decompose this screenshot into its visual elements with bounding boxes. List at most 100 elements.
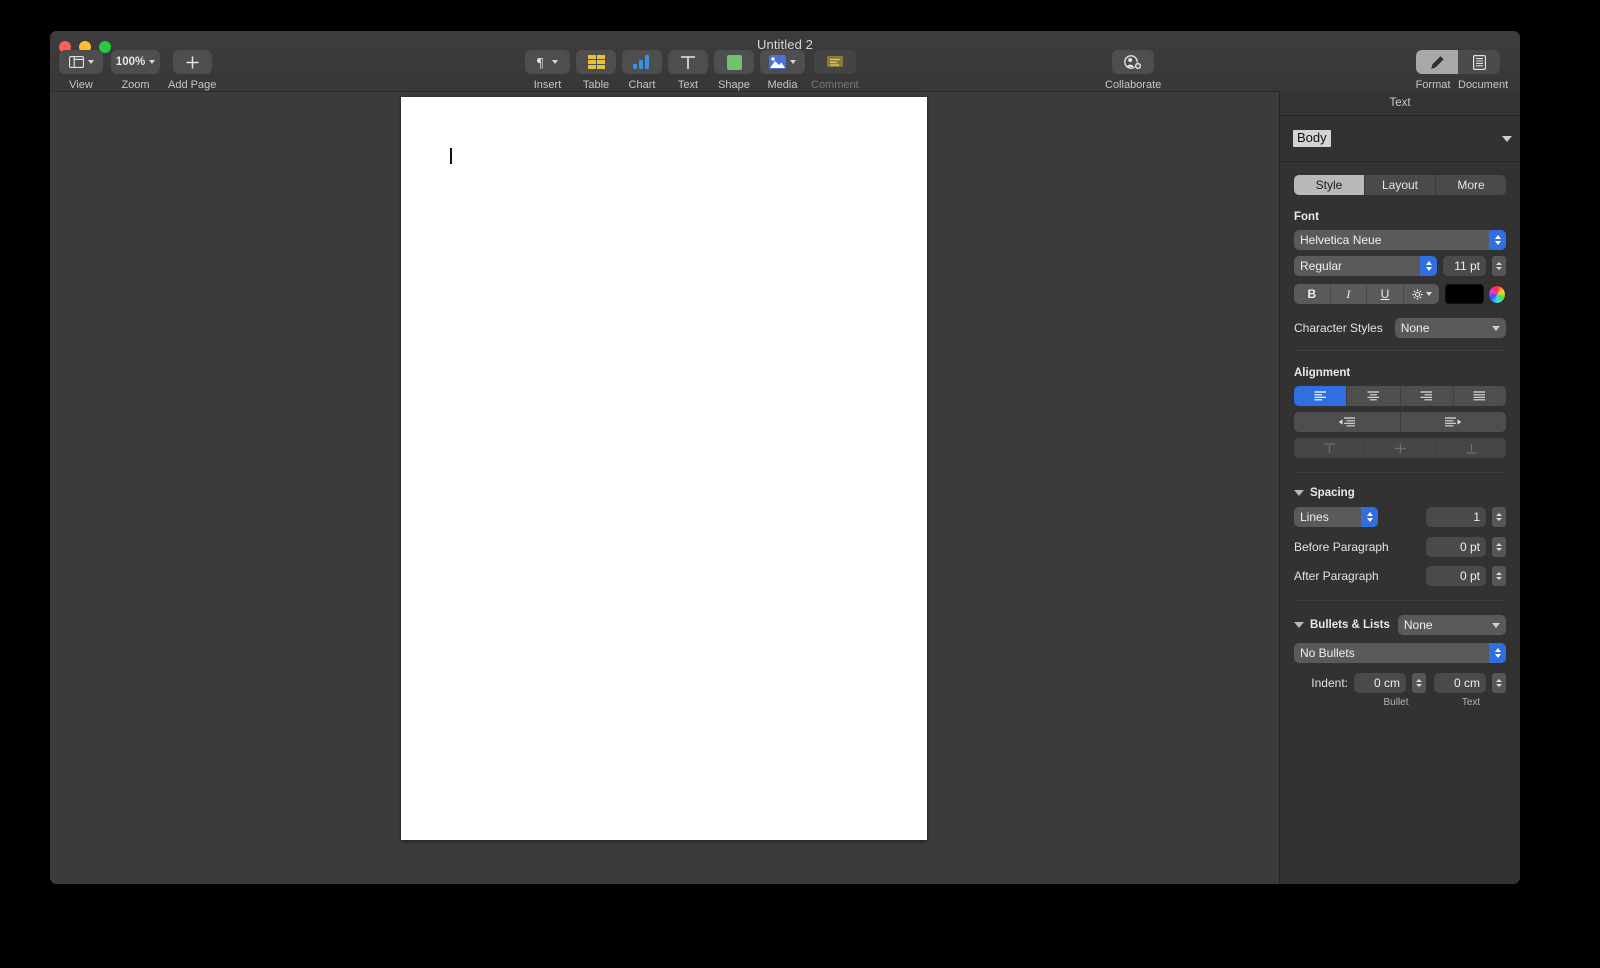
svg-text:¶: ¶ <box>537 56 544 69</box>
spacing-value-field[interactable]: 1 <box>1426 507 1486 527</box>
chevron-down-icon <box>87 60 94 64</box>
insert-button[interactable]: ¶ Insert <box>525 50 570 91</box>
text-indent-field[interactable]: 0 cm <box>1434 673 1486 693</box>
format-inspector-panel: Text Body Style Layout More Font Helveti… <box>1279 91 1520 884</box>
font-weight-stepper[interactable] <box>1420 256 1438 276</box>
text-caret <box>450 148 452 164</box>
chart-label: Chart <box>628 79 656 91</box>
view-button[interactable]: View <box>59 50 103 91</box>
chart-button[interactable]: Chart <box>622 50 662 91</box>
chevron-down-icon <box>149 60 156 64</box>
font-weight-popup[interactable]: Regular <box>1294 256 1438 276</box>
align-center-button[interactable] <box>1347 386 1401 406</box>
chevron-down-icon <box>1492 325 1500 331</box>
font-options-button[interactable] <box>1403 284 1440 304</box>
decrease-indent-button[interactable] <box>1294 412 1401 432</box>
before-paragraph-label: Before Paragraph <box>1294 540 1389 554</box>
before-paragraph-field[interactable]: 0 pt <box>1426 537 1486 557</box>
tab-layout-label: Layout <box>1381 178 1419 192</box>
character-styles-popup[interactable]: None <box>1394 318 1506 338</box>
chevron-down-icon <box>1502 135 1512 142</box>
bullet-indent-value: 0 cm <box>1373 676 1400 690</box>
tab-more-label: More <box>1457 178 1485 192</box>
shape-button[interactable]: Shape <box>714 50 754 91</box>
chart-icon <box>633 55 651 69</box>
shape-icon <box>726 54 742 70</box>
align-bottom-button[interactable] <box>1436 438 1506 458</box>
tab-style[interactable]: Style <box>1294 175 1365 195</box>
align-justify-button[interactable] <box>1453 386 1506 406</box>
collaborate-icon <box>1124 54 1142 70</box>
bold-label: B <box>1307 287 1317 301</box>
media-button[interactable]: Media <box>760 50 805 91</box>
increase-indent-button[interactable] <box>1400 412 1506 432</box>
comment-button[interactable]: Comment <box>811 50 859 91</box>
divider <box>1294 472 1506 473</box>
zoom-label: Zoom <box>121 79 150 91</box>
body-area: Text Body Style Layout More Font Helveti… <box>50 91 1520 884</box>
font-size-field[interactable]: 11 pt <box>1443 256 1486 276</box>
underline-button[interactable]: U <box>1367 284 1404 304</box>
document-label: Document <box>1458 79 1509 91</box>
bullets-section-header[interactable]: Bullets & Lists None <box>1294 615 1506 635</box>
document-canvas[interactable] <box>50 91 1279 884</box>
spacing-section-header[interactable]: Spacing <box>1294 487 1506 499</box>
list-style-value: None <box>1403 618 1433 632</box>
bullet-indent-stepper[interactable] <box>1412 673 1426 693</box>
divider <box>1294 600 1506 601</box>
plus-icon <box>185 55 200 70</box>
bullet-type-popup[interactable]: No Bullets <box>1294 643 1506 663</box>
color-wheel-icon[interactable] <box>1487 284 1506 304</box>
format-inspector-button[interactable] <box>1416 50 1458 74</box>
tab-layout[interactable]: Layout <box>1365 175 1436 195</box>
text-indent-stepper[interactable] <box>1492 673 1506 693</box>
sidebar-icon <box>68 56 84 68</box>
align-right-button[interactable] <box>1400 386 1454 406</box>
format-label: Format <box>1415 79 1451 91</box>
font-family-value: Helvetica Neue <box>1300 233 1382 247</box>
text-t-icon <box>680 55 696 70</box>
paragraph-style-popup[interactable]: Body <box>1280 116 1520 162</box>
document-page[interactable] <box>401 97 927 840</box>
before-paragraph-stepper[interactable] <box>1492 537 1506 557</box>
list-style-popup[interactable]: None <box>1397 615 1506 635</box>
zoom-button-toolbar[interactable]: 100% Zoom <box>111 50 160 91</box>
collaborate-button[interactable]: Collaborate <box>1105 50 1161 91</box>
align-middle-button[interactable] <box>1365 438 1436 458</box>
italic-button[interactable]: I <box>1330 284 1368 304</box>
document-icon <box>1472 54 1486 70</box>
spacing-mode-popup[interactable]: Lines <box>1294 507 1378 527</box>
underline-label: U <box>1380 287 1390 301</box>
gear-icon <box>1411 288 1423 300</box>
after-paragraph-value: 0 pt <box>1459 569 1480 583</box>
shape-label: Shape <box>718 79 750 91</box>
divider <box>1294 350 1506 351</box>
bullet-indent-caption: Bullet <box>1383 697 1409 708</box>
comment-label: Comment <box>811 79 859 91</box>
font-size-stepper[interactable] <box>1492 256 1506 276</box>
brush-icon <box>1429 55 1445 70</box>
bullets-section: Bullets & Lists None No Bullets Indent: <box>1280 615 1520 708</box>
document-inspector-button[interactable] <box>1458 50 1500 74</box>
add-page-button[interactable]: Add Page <box>168 50 216 91</box>
table-button[interactable]: Table <box>576 50 616 91</box>
media-label: Media <box>767 79 798 91</box>
bullet-type-stepper[interactable] <box>1489 643 1506 663</box>
font-color-swatch[interactable] <box>1445 284 1484 304</box>
text-button[interactable]: Text <box>668 50 708 91</box>
bullet-indent-field[interactable]: 0 cm <box>1354 673 1406 693</box>
font-family-popup[interactable]: Helvetica Neue <box>1294 230 1506 250</box>
toolbar-center-group: ¶ Insert Table Chart Text Shape Media Co… <box>525 50 859 91</box>
align-left-button[interactable] <box>1294 386 1348 406</box>
spacing-mode-stepper[interactable] <box>1361 507 1378 527</box>
font-family-stepper[interactable] <box>1489 230 1506 250</box>
align-top-button[interactable] <box>1294 438 1365 458</box>
bold-button[interactable]: B <box>1294 284 1331 304</box>
after-paragraph-stepper[interactable] <box>1492 566 1506 586</box>
spacing-value: 1 <box>1473 510 1480 524</box>
spacing-value-stepper[interactable] <box>1492 507 1506 527</box>
tab-more[interactable]: More <box>1436 175 1506 195</box>
view-label: View <box>69 79 93 91</box>
after-paragraph-label: After Paragraph <box>1294 569 1379 583</box>
after-paragraph-field[interactable]: 0 pt <box>1426 566 1486 586</box>
